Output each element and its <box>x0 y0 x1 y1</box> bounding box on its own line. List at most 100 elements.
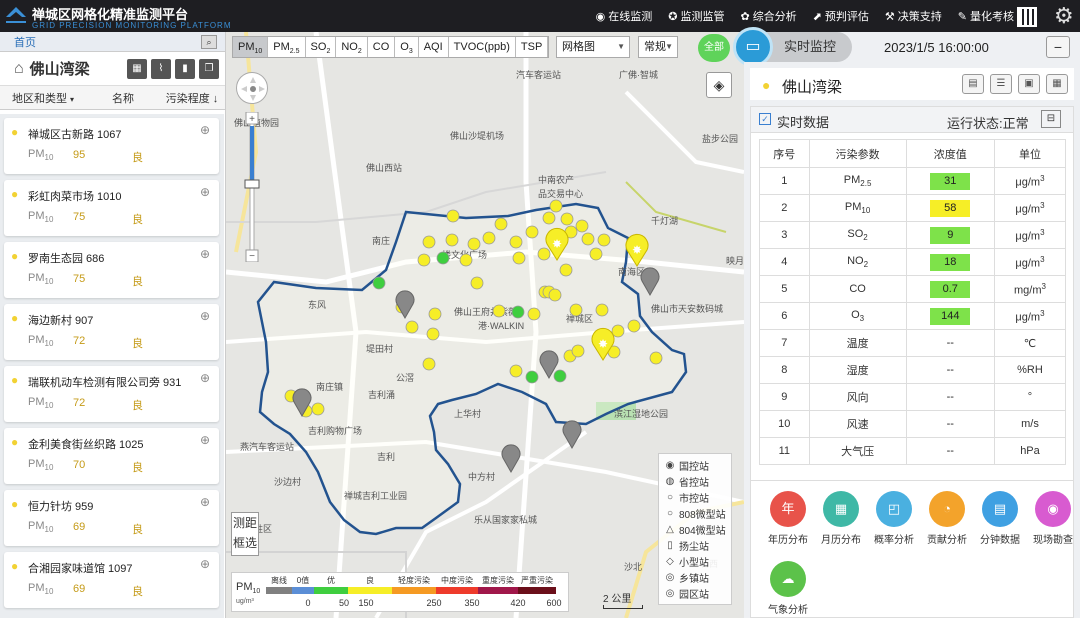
param-tab[interactable]: CO <box>367 37 396 57</box>
measure-distance-button[interactable]: 测距 <box>232 513 258 533</box>
station-marker[interactable] <box>589 247 603 261</box>
bar-chart-icon[interactable]: ▮ <box>175 59 195 79</box>
station-marker[interactable] <box>537 247 551 261</box>
station-marker[interactable] <box>405 320 419 334</box>
analysis-tool[interactable]: ◉ 现场勘查 <box>1028 491 1078 546</box>
station-marker[interactable] <box>627 319 641 333</box>
offline-station-pin[interactable] <box>640 267 660 297</box>
site-card[interactable]: ● 瑞联机动车检测有限公司旁 931 ⊕ PM10 72 良 <box>4 366 219 422</box>
column-region[interactable]: 地区和类型 ▾ <box>0 90 86 106</box>
station-marker[interactable] <box>560 212 574 226</box>
station-marker[interactable] <box>549 199 563 213</box>
site-card[interactable]: ● 禅城区古新路 1067 ⊕ PM10 95 良 <box>4 118 219 174</box>
collapse-right-button[interactable]: − <box>1046 36 1070 58</box>
station-marker[interactable] <box>525 370 539 384</box>
station-marker[interactable] <box>467 237 481 251</box>
locate-icon[interactable]: ⊕ <box>200 495 210 509</box>
station-marker[interactable] <box>527 307 541 321</box>
column-name[interactable]: 名称 <box>86 90 160 106</box>
station-marker[interactable] <box>595 303 609 317</box>
site-card[interactable]: ● 合湘园家味道馆 1097 ⊕ PM10 69 良 <box>4 552 219 608</box>
station-marker[interactable] <box>436 251 450 265</box>
breadcrumb-home[interactable]: 首页 <box>14 34 36 50</box>
station-marker[interactable] <box>459 253 473 267</box>
legend-item[interactable]: ◉ 国控站 <box>665 458 709 473</box>
station-marker[interactable] <box>492 304 506 318</box>
station-marker[interactable] <box>422 235 436 249</box>
station-marker[interactable] <box>509 235 523 249</box>
nav-item-2[interactable]: ✿ 综合分析 <box>732 0 804 32</box>
legend-item[interactable]: ▯ 扬尘站 <box>665 538 709 553</box>
station-marker[interactable] <box>553 369 567 383</box>
nav-item-3[interactable]: ⬈ 预判评估 <box>805 0 877 32</box>
station-marker[interactable] <box>571 344 585 358</box>
nav-item-1[interactable]: ✪ 监测监管 <box>660 0 732 32</box>
document-icon[interactable]: ▤ <box>962 74 984 94</box>
station-marker[interactable] <box>509 364 523 378</box>
panel-toggle-icon[interactable]: ⊟ <box>1041 110 1061 128</box>
column-pollution[interactable]: 污染程度 ↓ <box>160 90 224 106</box>
station-marker[interactable] <box>445 233 459 247</box>
qr-code-icon[interactable] <box>1017 7 1037 27</box>
station-marker[interactable] <box>569 303 583 317</box>
compare-icon[interactable]: ❐ <box>199 59 219 79</box>
analysis-tool[interactable]: ☁ 气象分析 <box>763 561 813 616</box>
nav-item-0[interactable]: ◉ 在线监测 <box>588 0 661 32</box>
locate-icon[interactable]: ⊕ <box>200 309 210 323</box>
station-marker[interactable] <box>426 327 440 341</box>
search-icon[interactable]: ⌕ <box>201 35 217 49</box>
param-tab[interactable]: PM10 <box>233 37 269 57</box>
param-tab[interactable]: TSP <box>515 37 549 57</box>
home-icon[interactable]: ⌂ <box>14 60 24 78</box>
image-icon[interactable]: ▣ <box>1018 74 1040 94</box>
site-card[interactable]: ● 恒力针坊 959 ⊕ PM10 69 良 <box>4 490 219 546</box>
legend-item[interactable]: ◍ 省控站 <box>665 474 709 489</box>
locate-icon[interactable]: ⊕ <box>200 123 210 137</box>
locate-icon[interactable]: ⊕ <box>200 185 210 199</box>
gear-icon[interactable]: ⚙ <box>1054 3 1074 29</box>
station-marker[interactable] <box>446 209 460 223</box>
legend-item[interactable]: ○ 808微型站 <box>665 506 726 521</box>
station-marker[interactable] <box>482 231 496 245</box>
analysis-tool[interactable]: ◰ 概率分析 <box>869 491 919 546</box>
checkbox-icon[interactable]: ✓ <box>759 113 771 125</box>
station-marker[interactable] <box>548 288 562 302</box>
list-icon[interactable]: ☰ <box>990 74 1012 94</box>
site-card[interactable]: ● 罗南生态园 686 ⊕ PM10 75 良 <box>4 242 219 298</box>
site-card[interactable]: ● 金利美食街丝织路 1025 ⊕ PM10 70 良 <box>4 428 219 484</box>
param-tab[interactable]: NO2 <box>336 37 368 57</box>
line-chart-icon[interactable]: ⌇ <box>151 59 171 79</box>
station-marker[interactable] <box>428 307 442 321</box>
legend-item[interactable]: ◇ 小型站 <box>665 554 709 569</box>
legend-item[interactable]: ○ 市控站 <box>665 490 709 505</box>
station-marker[interactable] <box>575 219 589 233</box>
station-marker[interactable] <box>511 305 525 319</box>
station-marker[interactable] <box>417 253 431 267</box>
station-marker[interactable] <box>597 233 611 247</box>
station-marker[interactable] <box>611 324 625 338</box>
station-marker[interactable] <box>649 351 663 365</box>
site-card[interactable]: ● 彩虹肉菜市场 1010 ⊕ PM10 75 良 <box>4 180 219 236</box>
station-marker[interactable] <box>470 276 484 290</box>
station-marker[interactable] <box>512 251 526 265</box>
box-select-button[interactable]: 框选 <box>232 533 258 553</box>
station-marker[interactable] <box>559 263 573 277</box>
monitor-icon[interactable]: ▭ <box>733 27 773 67</box>
nav-item-4[interactable]: ⚒ 决策支持 <box>877 0 950 32</box>
locate-icon[interactable]: ⊕ <box>200 247 210 261</box>
param-tab[interactable]: AQI <box>418 37 449 57</box>
locate-icon[interactable]: ⊕ <box>200 557 210 571</box>
station-marker[interactable] <box>525 225 539 239</box>
station-marker[interactable] <box>422 357 436 371</box>
nav-item-5[interactable]: ✎ 量化考核 <box>950 0 1022 32</box>
legend-item[interactable]: △ 804微型站 <box>665 522 726 537</box>
zoom-slider[interactable]: + − <box>244 111 260 263</box>
locate-icon[interactable]: ⊕ <box>200 371 210 385</box>
legend-item[interactable]: ◎ 乡镇站 <box>665 570 709 585</box>
station-marker[interactable] <box>372 276 386 290</box>
param-tab[interactable]: TVOC(ppb) <box>448 37 516 57</box>
param-tab[interactable]: SO2 <box>305 37 337 57</box>
grid-dropdown[interactable]: 网格图 ▼ <box>556 36 630 58</box>
legend-item[interactable]: ◎ 园区站 <box>665 586 709 601</box>
layers-icon[interactable]: ◈ <box>706 72 732 98</box>
